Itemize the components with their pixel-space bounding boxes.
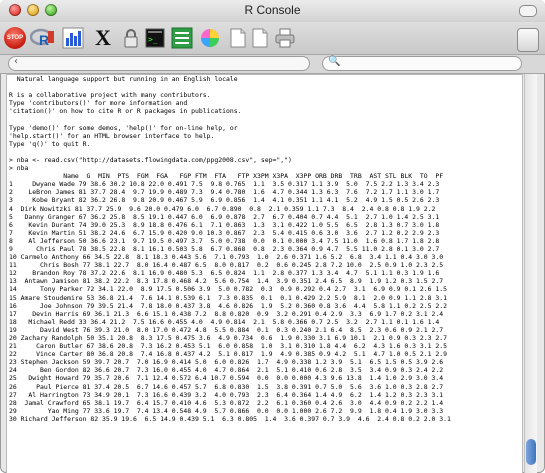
table-row: 27 Al Harrington 73 34.9 20.1 7.3 16.6 0… — [9, 390, 444, 399]
search-icon: 🔍 — [328, 56, 341, 67]
table-row: 9 Chris Paul 78 38.5 22.8 8.1 16.1 0.503… — [9, 244, 440, 253]
table-row: 21 Caron Butler 67 38.6 20.8 7.3 16.2 0.… — [9, 342, 447, 351]
table-body: 1 Dwyane Wade 79 38.6 30.2 10.8 22.0 0.4… — [7, 180, 522, 423]
document-icon[interactable] — [230, 26, 246, 50]
table-row: 29 Yao Ming 77 33.6 19.7 7.4 13.4 0.548 … — [9, 406, 444, 415]
x11-icon[interactable]: X — [92, 25, 114, 50]
printer-icon[interactable] — [275, 26, 295, 50]
table-row: 19 David West 76 39.3 21.0 8.0 17.0 0.47… — [9, 325, 444, 334]
stop-label: STOP — [6, 35, 24, 41]
table-row: 14 Tony Parker 72 34.1 22.0 8.9 17.5 0.5… — [9, 285, 447, 294]
title-bar: R Console — [0, 0, 545, 23]
console-command-line: > nba <- read.csv("http://datasets.flowi… — [9, 155, 292, 164]
console-line: Type 'q()' to quit R. — [9, 139, 91, 148]
r-logo-icon[interactable]: R — [30, 26, 56, 50]
list-icon[interactable] — [171, 26, 193, 50]
bar-chart-icon[interactable] — [62, 26, 84, 50]
table-row: 3 Kobe Bryant 82 36.2 26.8 9.8 20.9 0.46… — [9, 196, 440, 205]
table-row: 6 Kevin Durant 74 39.0 25.3 8.9 18.8 0.4… — [9, 220, 440, 229]
scrollbar-thumb[interactable] — [526, 439, 536, 465]
console-line: Type 'demo()' for some demos, 'help()' f… — [9, 123, 238, 132]
table-header: Name G MIN PTS FGM FGA FGP FTM FTA FTP X… — [9, 172, 444, 181]
table-row: 25 Dwight Howard 79 35.7 20.6 7.1 12.4 0… — [9, 374, 444, 383]
console-commands: > nba <- read.csv("http://datasets.flowi… — [7, 156, 522, 172]
toolbar-toggle-button[interactable] — [519, 5, 537, 17]
terminal-icon[interactable]: >_ — [145, 26, 165, 50]
x11-label: X — [95, 25, 111, 50]
color-wheel-icon[interactable] — [200, 26, 220, 50]
table-row: 30 Richard Jefferson 82 35.9 19.6 6.5 14… — [9, 414, 451, 423]
table-row: 10 Carmelo Anthony 66 34.5 22.8 8.1 18.3… — [9, 253, 444, 262]
show-hide-toolbar-button[interactable] — [517, 28, 539, 52]
table-row: 12 Brandon Roy 78 37.2 22.6 8.1 16.9 0.4… — [9, 269, 440, 278]
table-row: 20 Zachary Randolph 50 35.1 20.8 8.3 17.… — [9, 334, 447, 342]
console-line: Natural language support but running in … — [9, 75, 238, 83]
table-row: 8 Al Jefferson 50 36.6 23.1 9.7 19.5 0.4… — [9, 236, 440, 245]
table-row: 11 Chris Bosh 77 38.1 22.7 8.0 16.4 0.48… — [9, 261, 444, 270]
console-command-line: > nba — [9, 164, 29, 173]
table-row: 24 Ben Gordon 82 36.6 20.7 7.3 16.0 0.45… — [9, 366, 444, 375]
table-row: 17 Devin Harris 69 36.1 21.3 6.6 15.1 0.… — [9, 309, 444, 318]
vertical-scrollbar[interactable] — [524, 74, 537, 473]
r-console-window: R Console STOP R X >_ ‹ 🔍 Natural langua… — [0, 0, 545, 473]
table-row: 26 Paul Pierce 81 37.4 20.5 6.7 14.6 0.4… — [9, 382, 444, 391]
table-row: 2 LeBron James 81 37.7 28.4 9.7 19.9 0.4… — [9, 188, 440, 197]
table-row: 13 Antawn Jamison 81 38.2 22.2 8.3 17.8 … — [9, 277, 444, 286]
stop-icon[interactable]: STOP — [4, 27, 26, 49]
toolbar: STOP R X >_ — [0, 22, 545, 55]
table-row: 1 Dwyane Wade 79 38.6 30.2 10.8 22.0 0.4… — [9, 180, 440, 189]
window-title: R Console — [244, 3, 301, 17]
console-line: Type 'contributors()' for more informati… — [9, 99, 188, 108]
console-line: 'help.start()' for an HTML browser inter… — [9, 131, 215, 140]
path-search-bar: ‹ 🔍 — [0, 55, 545, 74]
table-row: 5 Danny Granger 67 36.2 25.8 8.5 19.1 0.… — [9, 212, 440, 221]
table-row: 18 Michael Redd 33 36.4 21.2 7.5 16.6 0.… — [9, 317, 440, 326]
svg-text:>_: >_ — [148, 35, 158, 44]
console-line: 'citation()' on how to cite R or R packa… — [9, 107, 242, 116]
console-line: R is a collaborative project with many c… — [9, 91, 211, 100]
working-directory-field[interactable]: ‹ — [8, 56, 310, 71]
lock-icon[interactable] — [124, 26, 138, 50]
table-row: 23 Stephen Jackson 59 39.7 20.7 7.0 16.9… — [9, 358, 444, 367]
table-row: 28 Jamal Crawford 65 38.1 19.7 6.4 15.7 … — [9, 398, 444, 407]
table-row: 15 Amare Stoudemire 53 36.8 21.4 7.6 14.… — [9, 293, 447, 302]
console-intro-text: Natural language support but running in … — [7, 75, 522, 156]
table-row: 4 Dirk Nowitzki 81 37.7 25.9 9.6 20.0 0.… — [9, 204, 436, 213]
help-search-input[interactable]: 🔍 — [322, 56, 522, 71]
svg-text:R: R — [39, 32, 49, 48]
table-row: 16 Joe Johnson 79 39.5 21.4 7.8 18.0 0.4… — [9, 301, 447, 310]
table-row: 22 Vince Carter 80 36.8 20.8 7.4 16.8 0.… — [9, 350, 447, 359]
new-document-icon[interactable] — [252, 26, 268, 50]
chevron-left-icon: ‹ — [14, 56, 18, 67]
table-row: 7 Kevin Martin 51 38.2 24.6 6.7 15.9 0.4… — [9, 228, 440, 237]
console-output[interactable]: Natural language support but running in … — [6, 74, 523, 473]
